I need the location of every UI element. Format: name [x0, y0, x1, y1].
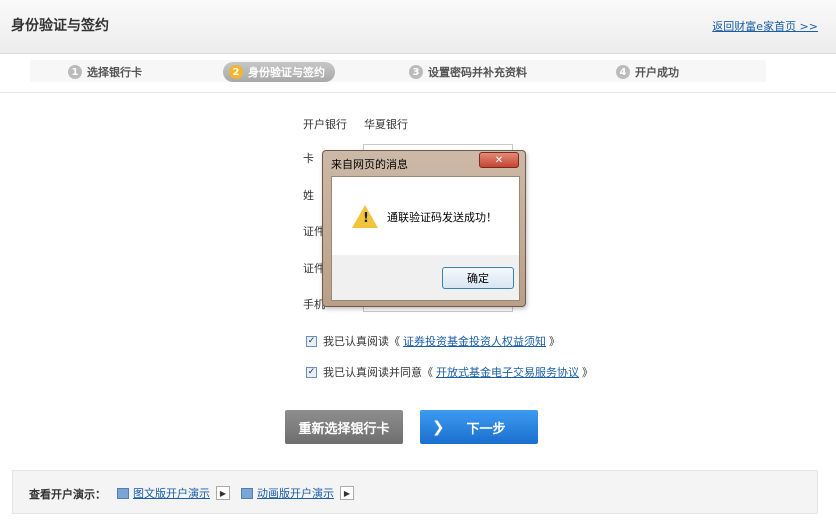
dialog-message-area: ! 通联验证码发送成功！ — [332, 177, 519, 255]
step-4: 4 开户成功 — [616, 62, 679, 82]
bank-row: 开户银行 华夏银行 — [303, 116, 408, 132]
agreement-prefix: 我已认真阅读并同意《 — [323, 366, 433, 379]
agreement-1: ✓ 我已认真阅读《 证券投资基金投资人权益须知 》 — [306, 333, 560, 349]
dialog-title: 来自网页的消息 — [331, 158, 408, 171]
agreement-2-link[interactable]: 开放式基金电子交易服务协议 — [436, 364, 579, 380]
step-number: 4 — [616, 65, 630, 79]
next-step-label: 下一步 — [466, 421, 506, 437]
dialog-button-area: 确定 — [332, 255, 519, 300]
divider — [0, 92, 836, 93]
agreement-1-checkbox[interactable]: ✓ — [306, 335, 317, 347]
demo-text-link[interactable]: 图文版开户演示 — [133, 485, 210, 501]
step-label: 开户成功 — [635, 66, 679, 79]
warning-mark: ! — [363, 211, 369, 226]
step-2-active: 2 身份验证与签约 — [223, 62, 335, 82]
step-indicator: 1 选择银行卡 2 身份验证与签约 3 设置密码并补充资料 4 开户成功 — [12, 56, 824, 88]
step-number: 2 — [229, 65, 243, 79]
card-label: 卡 — [303, 152, 314, 165]
agreement-1-link[interactable]: 证券投资基金投资人权益须知 — [403, 333, 546, 349]
document-icon — [117, 487, 129, 499]
step-number: 3 — [409, 65, 423, 79]
home-link[interactable]: 返回财富e家首页 >> — [712, 18, 818, 34]
demo-text-item: 图文版开户演示 ▶ — [117, 485, 230, 501]
step-label: 设置密码并补充资料 — [428, 66, 527, 79]
bank-value: 华夏银行 — [364, 118, 408, 131]
step-1: 1 选择银行卡 — [68, 62, 142, 82]
step-3: 3 设置密码并补充资料 — [409, 62, 527, 82]
demo-footer: 查看开户演示： 图文版开户演示 ▶ 动画版开户演示 ▶ — [12, 470, 818, 514]
demo-footer-label: 查看开户演示： — [29, 488, 106, 501]
agreement-2-checkbox[interactable]: ✓ — [306, 366, 317, 378]
message-dialog: 来自网页的消息 ✕ ! 通联验证码发送成功！ 确定 — [322, 150, 526, 307]
dialog-body: ! 通联验证码发送成功！ 确定 — [331, 176, 520, 301]
reselect-card-button[interactable]: 重新选择银行卡 — [285, 410, 403, 444]
dialog-message: 通联验证码发送成功！ — [387, 211, 497, 224]
demo-anim-item: 动画版开户演示 ▶ — [241, 485, 354, 501]
play-icon[interactable]: ▶ — [340, 486, 354, 500]
page-header: 身份验证与签约 返回财富e家首页 >> — [0, 0, 836, 54]
name-label: 姓 — [303, 189, 314, 202]
agreement-suffix: 》 — [582, 366, 593, 379]
demo-anim-link[interactable]: 动画版开户演示 — [257, 485, 334, 501]
step-label: 身份验证与签约 — [248, 66, 325, 79]
bank-label: 开户银行 — [303, 118, 347, 131]
close-icon[interactable]: ✕ — [479, 152, 519, 168]
agreement-2: ✓ 我已认真阅读并同意《 开放式基金电子交易服务协议 》 — [306, 364, 593, 380]
agreement-prefix: 我已认真阅读《 — [323, 335, 400, 348]
next-step-button[interactable]: ❯ 下一步 — [420, 410, 538, 444]
name-row: 姓 — [303, 187, 314, 203]
step-number: 1 — [68, 65, 82, 79]
ok-button[interactable]: 确定 — [442, 267, 514, 289]
chevron-right-icon: ❯ — [432, 418, 445, 436]
agreement-suffix: 》 — [549, 335, 560, 348]
step-label: 选择银行卡 — [87, 66, 142, 79]
page-title: 身份验证与签约 — [11, 18, 109, 34]
animation-icon — [241, 487, 253, 499]
play-icon[interactable]: ▶ — [216, 486, 230, 500]
card-row: 卡 — [303, 150, 314, 166]
